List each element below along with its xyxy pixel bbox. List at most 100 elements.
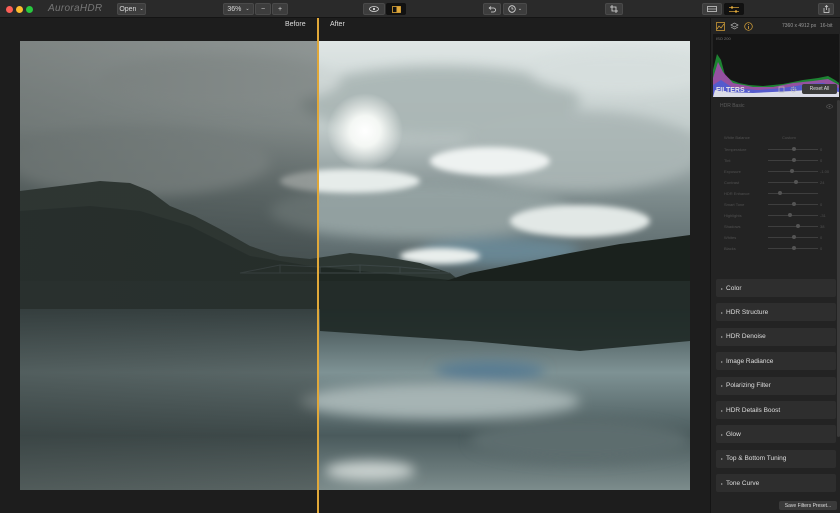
filters-view-button[interactable] bbox=[724, 3, 744, 15]
info-icon[interactable] bbox=[744, 22, 753, 31]
mask-icon[interactable] bbox=[778, 86, 785, 93]
slider-row[interactable]: Contrast 24 bbox=[722, 180, 832, 186]
slider-row[interactable]: Smart Tone 0 bbox=[722, 202, 832, 208]
slider-row[interactable]: Exposure -1.00 bbox=[722, 169, 832, 175]
filter-section-label: Color bbox=[726, 284, 742, 292]
white-balance-row[interactable]: White Balance Custom bbox=[722, 135, 832, 141]
slider-knob[interactable] bbox=[792, 235, 796, 239]
photo-preview[interactable] bbox=[20, 41, 690, 490]
bit-depth: 16-bit bbox=[820, 23, 833, 29]
plus-icon: + bbox=[277, 5, 283, 13]
slider-knob[interactable] bbox=[792, 246, 796, 250]
reset-all-button[interactable]: Reset All bbox=[802, 84, 837, 94]
filter-section-color[interactable]: ▸ Color bbox=[716, 279, 836, 297]
slider-value: 0 bbox=[820, 246, 823, 251]
slider-label: Blacks bbox=[724, 246, 736, 251]
filter-section-top-bottom-tuning[interactable]: ▸ Top & Bottom Tuning bbox=[716, 449, 836, 468]
chevron-down-icon: ⌄ bbox=[746, 88, 751, 94]
filter-section-label: HDR Denoise bbox=[726, 333, 766, 341]
filter-section-hdr-details-boost[interactable]: ▸ HDR Details Boost bbox=[716, 401, 836, 419]
slider-value: -31 bbox=[820, 213, 826, 218]
slider-track[interactable] bbox=[768, 182, 818, 183]
slider-value: 24 bbox=[820, 180, 825, 185]
landscape-photo bbox=[20, 41, 690, 490]
layers-icon[interactable] bbox=[730, 22, 739, 31]
slider-label: Highlights bbox=[724, 213, 742, 218]
layers-view-button[interactable] bbox=[702, 3, 722, 15]
filter-section-polarizing-filter[interactable]: ▸ Polarizing Filter bbox=[716, 376, 836, 395]
undo-button[interactable] bbox=[483, 3, 501, 15]
slider-row[interactable]: Shadows 38 bbox=[722, 224, 832, 230]
share-icon bbox=[823, 5, 829, 13]
slider-track[interactable] bbox=[768, 193, 818, 194]
zoom-value: 36% bbox=[227, 5, 242, 13]
slider-knob[interactable] bbox=[790, 169, 794, 173]
zoom-in-button[interactable]: + bbox=[272, 3, 288, 15]
slider-value: -1.00 bbox=[820, 169, 830, 174]
preview-toggle-button[interactable] bbox=[363, 3, 385, 15]
chevron-right-icon: ▸ bbox=[721, 358, 724, 364]
slider-knob[interactable] bbox=[794, 180, 798, 184]
histogram-icon[interactable] bbox=[716, 22, 725, 31]
gear-icon[interactable] bbox=[790, 86, 797, 93]
history-button[interactable]: ⌄ bbox=[503, 3, 527, 15]
aurora-hdr-window: AuroraHDR Open ⌄ 36% ⌄ − + ⌄ Before Afte… bbox=[0, 0, 840, 513]
chevron-right-icon: ▸ bbox=[721, 285, 724, 291]
undo-icon bbox=[488, 5, 496, 12]
slider-row[interactable]: Blacks 0 bbox=[722, 246, 832, 252]
slider-knob[interactable] bbox=[796, 224, 800, 228]
slider-knob[interactable] bbox=[792, 158, 796, 162]
eye-icon[interactable] bbox=[826, 104, 833, 109]
filter-section-image-radiance[interactable]: ▸ Image Radiance bbox=[716, 352, 836, 371]
slider-row[interactable]: HDR Enhance bbox=[722, 191, 832, 197]
chevron-right-icon: ▸ bbox=[721, 334, 724, 340]
filter-section-label: Glow bbox=[726, 430, 741, 438]
filter-section-hdr-denoise[interactable]: ▸ HDR Denoise bbox=[716, 327, 836, 346]
filter-section-tone-curve[interactable]: ▸ Tone Curve bbox=[716, 474, 836, 493]
crop-button[interactable] bbox=[605, 3, 623, 15]
filter-section-glow[interactable]: ▸ Glow bbox=[716, 425, 836, 444]
clock-icon bbox=[508, 5, 516, 13]
open-button[interactable]: Open ⌄ bbox=[117, 3, 146, 15]
compare-divider-handle[interactable] bbox=[317, 18, 319, 513]
image-canvas[interactable]: Before After bbox=[0, 18, 710, 513]
slider-knob[interactable] bbox=[792, 147, 796, 151]
slider-row[interactable]: Tint 0 bbox=[722, 158, 832, 164]
white-balance-value: Custom bbox=[782, 135, 796, 140]
share-button[interactable] bbox=[818, 3, 834, 15]
compare-split-button[interactable] bbox=[386, 3, 406, 15]
slider-row[interactable]: Temperature 0 bbox=[722, 147, 832, 153]
close-window-button[interactable] bbox=[6, 6, 13, 13]
save-filters-preset-button[interactable]: Save Filters Preset... bbox=[779, 501, 837, 510]
slider-track[interactable] bbox=[768, 215, 818, 216]
zoom-select[interactable]: 36% ⌄ bbox=[223, 3, 254, 15]
slider-label: Whites bbox=[724, 235, 737, 240]
slider-label: Tint bbox=[724, 158, 731, 163]
chevron-right-icon: ▸ bbox=[721, 456, 724, 462]
filters-dropdown[interactable]: FILTERS ⌄ bbox=[716, 87, 751, 94]
reset-all-label: Reset All bbox=[809, 86, 830, 92]
after-label: After bbox=[330, 21, 345, 28]
slider-value: 0 bbox=[820, 202, 823, 207]
hdr-basic-title: HDR Basic bbox=[720, 103, 745, 109]
slider-value: 38 bbox=[820, 224, 825, 229]
before-label: Before bbox=[285, 21, 306, 28]
slider-knob[interactable] bbox=[792, 202, 796, 206]
filter-section-hdr-structure[interactable]: ▸ HDR Structure bbox=[716, 303, 836, 322]
slider-row[interactable]: Whites 0 bbox=[722, 235, 832, 241]
panel-layout-icon bbox=[707, 6, 717, 12]
slider-knob[interactable] bbox=[788, 213, 792, 217]
slider-row[interactable]: Highlights -31 bbox=[722, 213, 832, 219]
slider-knob[interactable] bbox=[778, 191, 782, 195]
zoom-out-button[interactable]: − bbox=[255, 3, 271, 15]
filter-section-label: Polarizing Filter bbox=[726, 382, 771, 390]
minimize-window-button[interactable] bbox=[16, 6, 23, 13]
slider-track[interactable] bbox=[768, 226, 818, 227]
slider-value: 0 bbox=[820, 147, 823, 152]
filter-section-label: Tone Curve bbox=[726, 479, 760, 487]
eye-icon bbox=[369, 6, 379, 12]
slider-value: 0 bbox=[820, 158, 823, 163]
chevron-down-icon: ⌄ bbox=[517, 6, 523, 12]
save-preset-label: Save Filters Preset... bbox=[784, 502, 832, 509]
maximize-window-button[interactable] bbox=[26, 6, 33, 13]
